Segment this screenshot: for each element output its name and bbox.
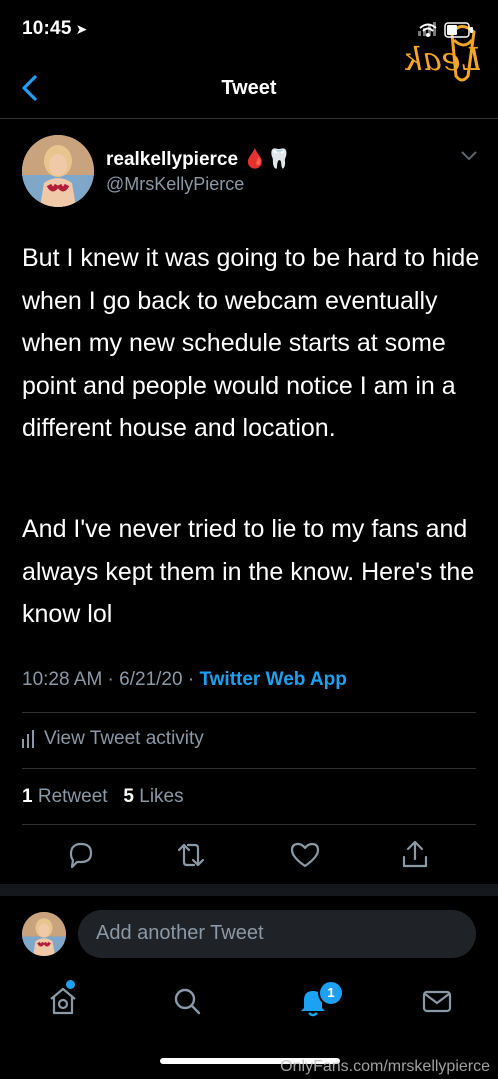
view-activity-label: View Tweet activity <box>44 728 204 749</box>
meta-divider <box>22 712 476 713</box>
stats-divider <box>22 824 476 825</box>
page-title: Tweet <box>221 77 277 99</box>
add-tweet-placeholder: Add another Tweet <box>96 922 264 944</box>
share-icon[interactable] <box>398 838 432 872</box>
view-activity-button[interactable]: View Tweet activity <box>22 728 204 750</box>
battery-icon <box>444 22 473 38</box>
search-icon[interactable] <box>170 984 204 1018</box>
home-icon[interactable] <box>46 984 80 1018</box>
activity-bars-icon <box>22 730 34 748</box>
like-heart-icon[interactable] <box>288 838 322 872</box>
tweet-stats: 1 Retweet 5 Likes <box>22 786 184 808</box>
location-arrow-icon: ➤ <box>75 21 88 37</box>
chevron-down-icon[interactable] <box>460 150 478 162</box>
author-display-name[interactable]: realkellypierce 🩸🦷 <box>106 147 291 171</box>
notifications-badge: 1 <box>318 980 344 1006</box>
author-handle[interactable]: @MrsKellyPierce <box>106 174 244 195</box>
tweet-timestamp: 10:28 AM · 6/21/20 · Twitter Web App <box>22 669 347 690</box>
messages-envelope-icon[interactable] <box>420 984 454 1018</box>
composer-avatar <box>22 912 66 956</box>
retweet-icon[interactable] <box>174 838 208 872</box>
status-bar-time: 10:45 ➤ <box>22 18 88 39</box>
likes-stat[interactable]: 5 Likes <box>123 786 183 807</box>
tweet-actions <box>0 838 498 874</box>
activity-divider <box>22 768 476 769</box>
author-emoji: 🩸🦷 <box>243 149 291 170</box>
section-separator <box>0 884 498 896</box>
tweet-source-link[interactable]: Twitter Web App <box>199 669 346 690</box>
footer-watermark: OnlyFans.com/mrskellypierce <box>280 1058 490 1075</box>
tweet-paragraph-1: But I knew it was going to be hard to hi… <box>22 244 480 442</box>
reply-icon[interactable] <box>64 838 98 872</box>
home-new-dot <box>66 980 75 989</box>
wifi-icon <box>419 23 437 37</box>
tweet-paragraph-2: And I've never tried to lie to my fans a… <box>22 515 475 628</box>
retweets-stat[interactable]: 1 Retweet <box>22 786 108 807</box>
avatar[interactable] <box>22 135 94 207</box>
header-divider <box>0 118 498 119</box>
